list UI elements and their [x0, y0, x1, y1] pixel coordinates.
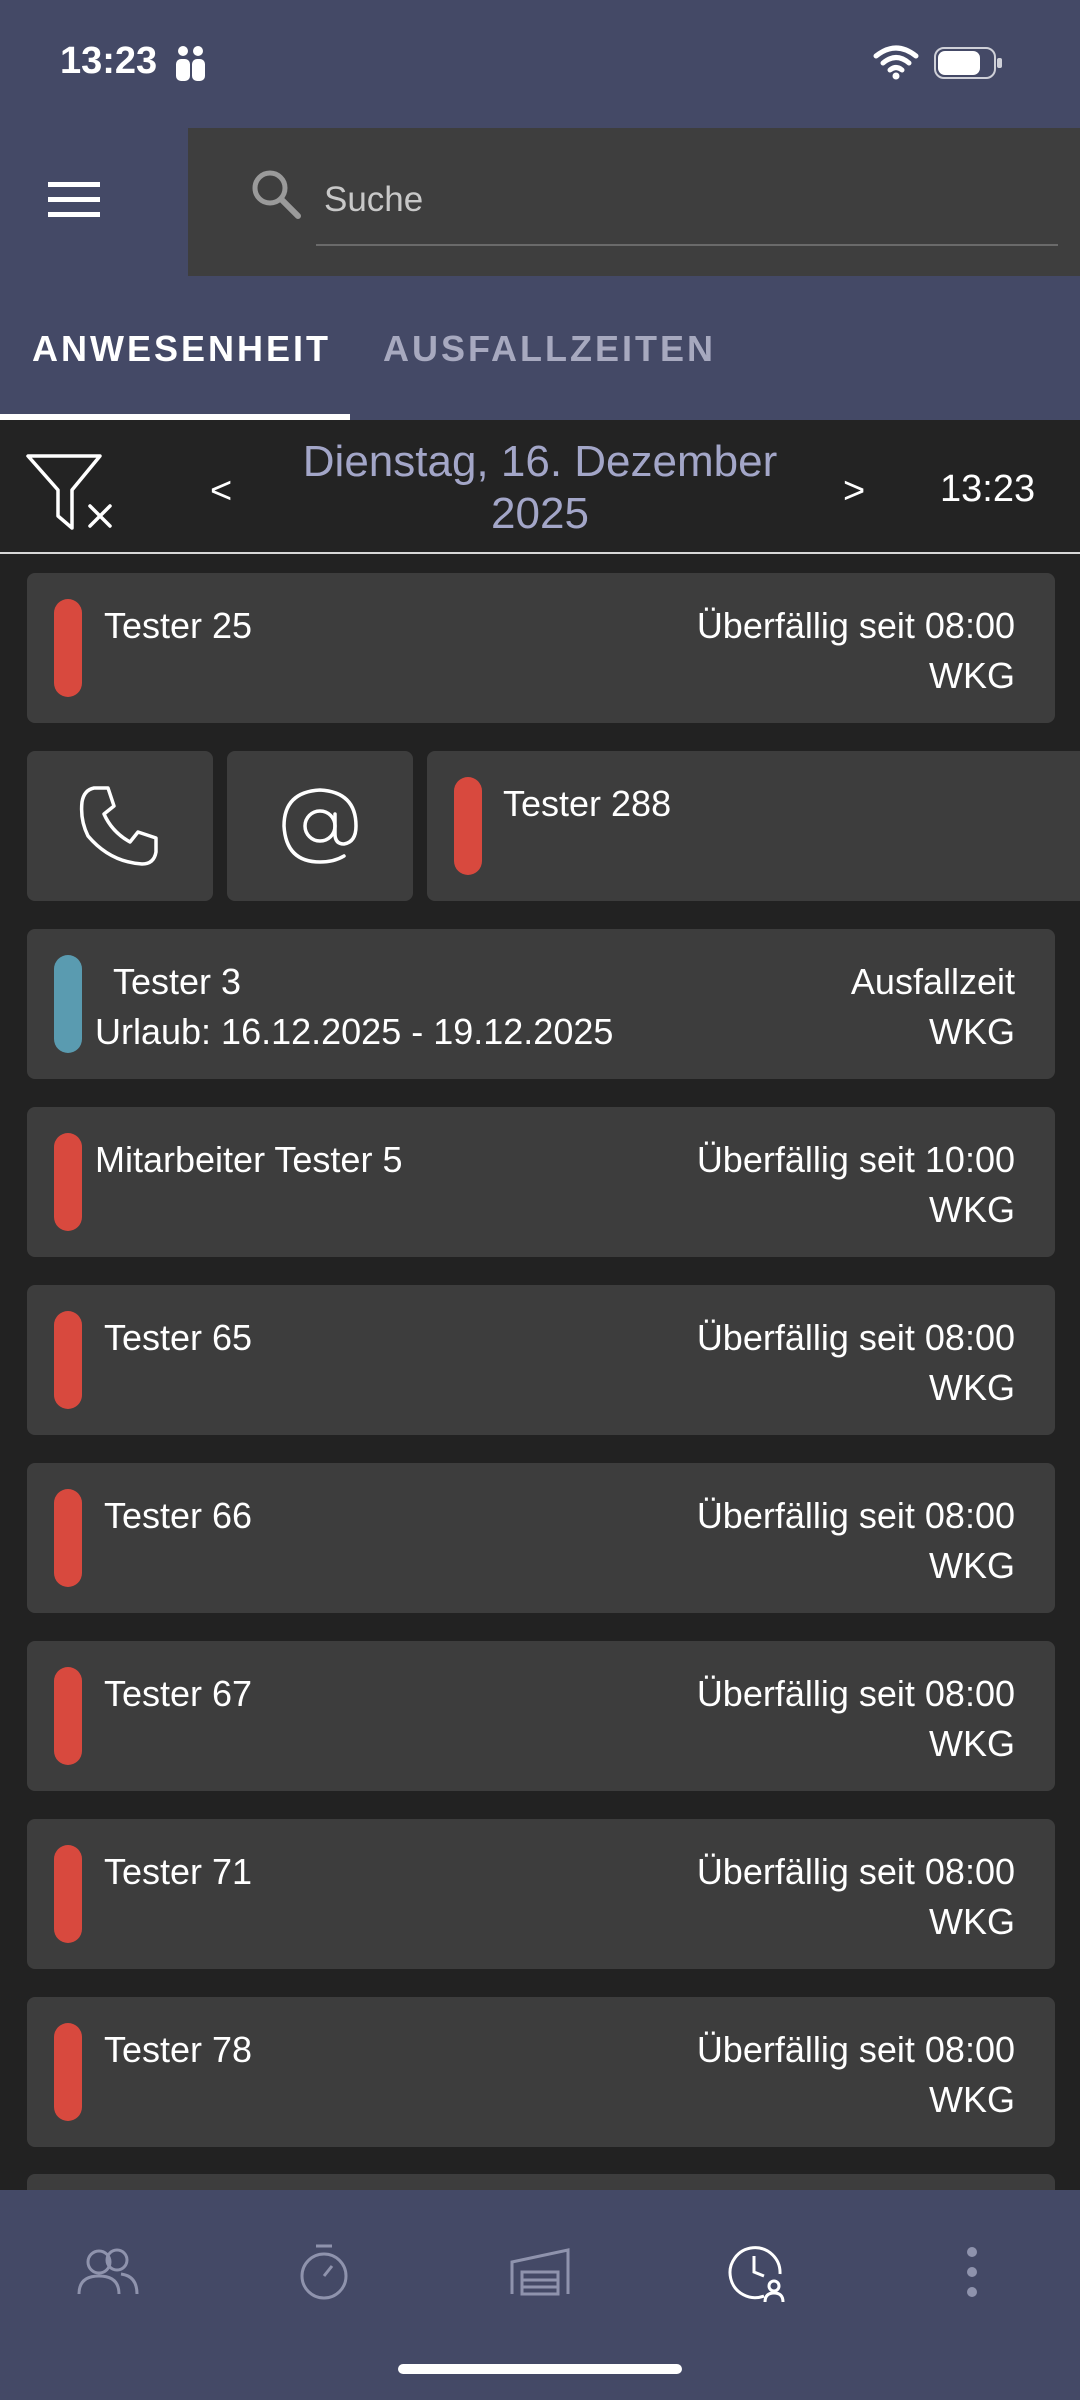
site-code: WKG	[929, 1011, 1015, 1052]
at-sign-icon	[282, 788, 358, 864]
employee-name: Tester 288	[503, 783, 672, 824]
search-input[interactable]	[316, 156, 1058, 246]
nav-people[interactable]	[68, 2232, 148, 2312]
stopwatch-icon	[300, 2244, 348, 2300]
status-text: Überfällig seit 08:00	[696, 1851, 1015, 1892]
clock-user-icon	[728, 2246, 785, 2303]
employee-name: Tester 65	[104, 1317, 253, 1358]
date-line-2: 2025	[491, 489, 589, 538]
nav-more[interactable]	[932, 2232, 1012, 2312]
site-code: WKG	[929, 1901, 1015, 1942]
people-icon	[77, 2248, 139, 2295]
absence-indicator	[54, 955, 82, 1053]
list-item[interactable]: Tester 78 Überfällig seit 08:00 WKG	[27, 1997, 1055, 2147]
filter-clear-icon[interactable]	[22, 446, 118, 536]
site-code: WKG	[929, 1367, 1015, 1408]
employee-name: Tester 3	[113, 961, 242, 1002]
list-item[interactable]: Tester 66 Überfällig seit 08:00 WKG	[27, 1463, 1055, 1613]
email-button[interactable]	[227, 751, 413, 901]
more-vert-icon	[967, 2247, 977, 2297]
overdue-indicator	[54, 599, 82, 697]
status-text: Ausfallzeit	[850, 961, 1015, 1002]
site-code: WKG	[929, 1723, 1015, 1764]
date-line-1: Dienstag, 16. Dezember	[302, 437, 778, 486]
status-text: Überfällig seit 08:00	[696, 1495, 1015, 1536]
employee-name: Tester 78	[104, 2029, 253, 2070]
site-code: WKG	[929, 655, 1015, 696]
employee-name: Tester 71	[104, 1851, 253, 1892]
status-text: Überfällig seit 08:00	[696, 1673, 1015, 1714]
list-item[interactable]: Tester 65 Überfällig seit 08:00 WKG	[27, 1285, 1055, 1435]
previous-day-button[interactable]: <	[210, 470, 232, 513]
overdue-indicator	[54, 1133, 82, 1231]
tab-bar: ANWESENHEIT AUSFALLZEITEN	[0, 300, 1080, 420]
nav-garage[interactable]	[500, 2232, 580, 2312]
site-code: WKG	[929, 1189, 1015, 1230]
site-code: WKG	[929, 1545, 1015, 1586]
people-status-icon	[176, 46, 205, 81]
overdue-indicator	[54, 1845, 82, 1943]
tab-ausfallzeiten[interactable]: AUSFALLZEITEN	[383, 328, 716, 370]
current-time: 13:23	[940, 468, 1036, 510]
tab-anwesenheit[interactable]: ANWESENHEIT	[32, 328, 331, 370]
list-item[interactable]: Mitarbeiter Tester 5 Überfällig seit 10:…	[27, 1107, 1055, 1257]
wifi-icon	[873, 45, 919, 80]
current-date[interactable]: Dienstag, 16. Dezember 2025	[270, 436, 810, 540]
call-button[interactable]	[27, 751, 213, 901]
search-icon	[252, 170, 301, 219]
home-indicator[interactable]	[398, 2364, 682, 2374]
search-box	[188, 128, 1080, 276]
status-text: Überfällig seit 08:00	[696, 2029, 1015, 2070]
list-item[interactable]: Tester 3 Urlaub: 16.12.2025 - 19.12.2025…	[27, 929, 1055, 1079]
nav-attendance[interactable]	[716, 2232, 796, 2312]
next-day-button[interactable]: >	[843, 470, 865, 513]
menu-button[interactable]	[40, 166, 108, 234]
hamburger-menu-icon	[48, 182, 100, 217]
status-time: 13:23	[60, 40, 158, 82]
status-text: Überfällig seit 10:00	[696, 1139, 1015, 1180]
overdue-indicator	[454, 777, 482, 875]
nav-stopwatch[interactable]	[284, 2232, 364, 2312]
absence-detail: Urlaub: 16.12.2025 - 19.12.2025	[95, 1011, 614, 1052]
employee-name: Tester 25	[104, 605, 253, 646]
site-code: WKG	[929, 2079, 1015, 2120]
employee-name: Tester 67	[104, 1673, 253, 1714]
overdue-indicator	[54, 2023, 82, 2121]
status-text: Überfällig seit 08:00	[696, 1317, 1015, 1358]
list-item[interactable]: Tester 71 Überfällig seit 08:00 WKG	[27, 1819, 1055, 1969]
list-item[interactable]: Tester 25 Überfällig seit 08:00 WKG	[27, 573, 1055, 723]
status-bar: 13:23	[0, 0, 1080, 126]
overdue-indicator	[54, 1489, 82, 1587]
list-item-swiped[interactable]: Tester 288	[427, 751, 1080, 901]
list-item[interactable]: Tester 67 Überfällig seit 08:00 WKG	[27, 1641, 1055, 1791]
status-text: Überfällig seit 08:00	[696, 605, 1015, 646]
phone-icon	[79, 786, 158, 866]
overdue-indicator	[54, 1667, 82, 1765]
employee-name: Tester 66	[104, 1495, 253, 1536]
employee-name: Mitarbeiter Tester 5	[95, 1139, 403, 1180]
battery-icon	[934, 47, 1002, 79]
overdue-indicator	[54, 1311, 82, 1409]
garage-icon	[510, 2248, 570, 2296]
